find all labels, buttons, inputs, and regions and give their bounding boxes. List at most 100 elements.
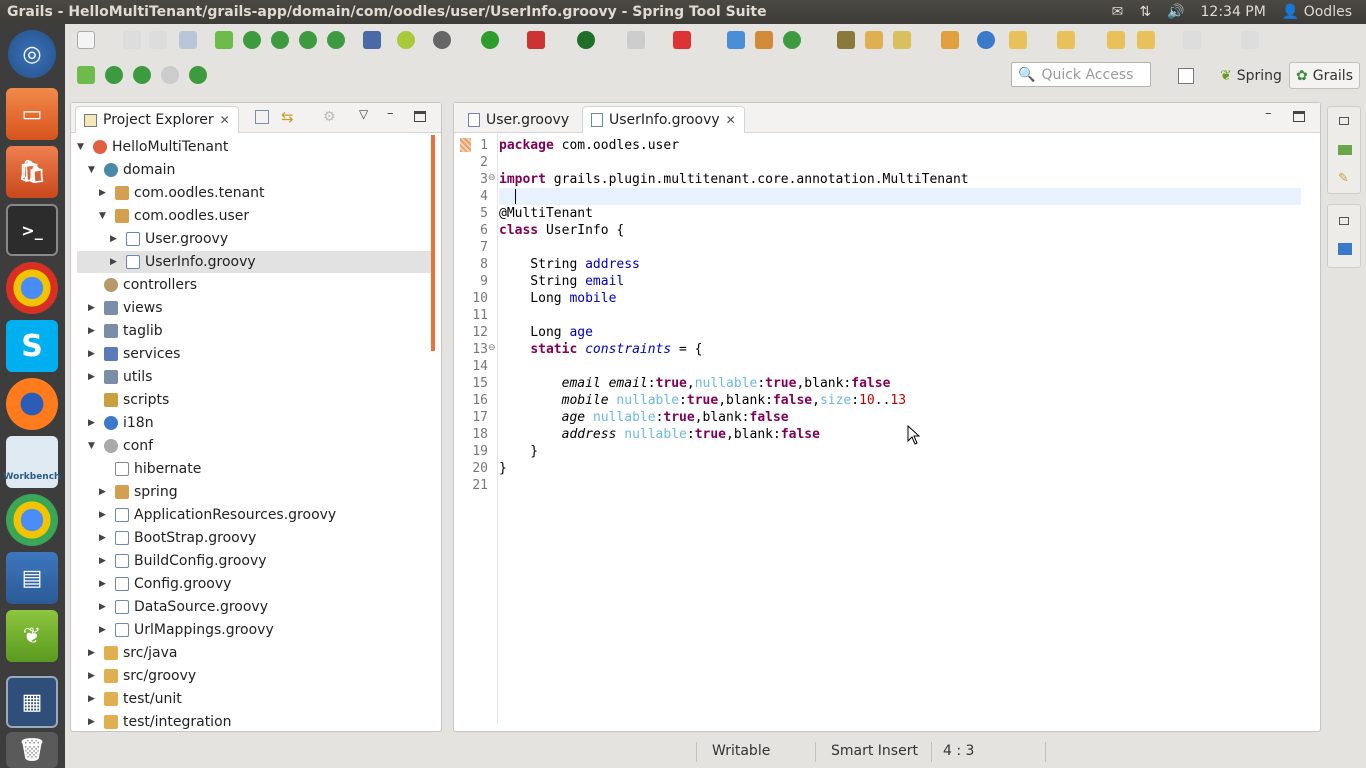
tree-item[interactable]: scripts — [104, 389, 169, 411]
code-line[interactable] — [499, 188, 1301, 205]
view-menu-icon[interactable]: ▽ — [359, 107, 368, 121]
terminal-icon[interactable]: >_ — [6, 204, 58, 256]
code-line[interactable] — [499, 239, 1301, 256]
software-center-icon[interactable]: 🛍 — [6, 146, 58, 198]
clock[interactable]: 12:34 PM — [1201, 4, 1266, 20]
next-annotation-icon[interactable] — [1009, 31, 1027, 49]
skype-icon[interactable]: S — [6, 320, 58, 372]
tree-item[interactable]: hibernate — [115, 458, 201, 480]
tree-item[interactable]: ▶ src/groovy — [88, 665, 196, 687]
new-package-icon[interactable] — [727, 31, 745, 49]
new-class-icon[interactable] — [755, 31, 773, 49]
minimize-icon[interactable]: – — [1265, 106, 1272, 121]
editor-tab[interactable]: User.groovy — [460, 106, 577, 133]
tree-item[interactable]: ▶ services — [88, 343, 180, 365]
servers-icon[interactable] — [1338, 145, 1352, 155]
explorer-scrollbar[interactable] — [431, 135, 435, 351]
chrome-icon[interactable] — [6, 494, 58, 546]
quick-access-input[interactable]: 🔍 Quick Access — [1011, 62, 1151, 87]
spring-perspective-button[interactable]: ❦ Spring — [1214, 62, 1288, 89]
code-line[interactable]: address nullable:true,blank:false — [499, 426, 1301, 443]
code-line[interactable]: Long age — [499, 324, 1301, 341]
last-edit-icon[interactable] — [1107, 31, 1125, 49]
workspace-switcher-icon[interactable]: ▦ — [6, 676, 58, 728]
mail-icon[interactable]: ✉ — [1112, 4, 1124, 20]
minimize-icon[interactable]: – — [387, 106, 394, 121]
code-line[interactable] — [499, 307, 1301, 324]
tree-item[interactable]: ▶ ApplicationResources.groovy — [99, 504, 336, 526]
restore-icon[interactable] — [1339, 217, 1349, 225]
maximize-icon[interactable] — [1293, 111, 1305, 122]
tree-item[interactable]: ▶ Config.groovy — [99, 573, 231, 595]
chrome-icon[interactable] — [6, 262, 58, 314]
code-line[interactable]: age nullable:true,blank:false — [499, 409, 1301, 426]
collapse-all-icon[interactable] — [255, 110, 269, 124]
grails-run-icon[interactable] — [215, 31, 233, 49]
code-area[interactable]: package com.oodles.user import grails.plu… — [499, 134, 1301, 724]
tree-item-selected[interactable]: ▶ UserInfo.groovy — [77, 251, 432, 273]
wand-icon[interactable] — [363, 31, 381, 49]
user-menu[interactable]: 👤 Oodles — [1282, 4, 1352, 20]
code-line[interactable]: String email — [499, 273, 1301, 290]
mysql-workbench-icon[interactable]: Workbench — [4, 436, 60, 488]
code-line[interactable]: String address — [499, 256, 1301, 273]
editor-tab-active[interactable]: UserInfo.groovy ✕ — [582, 106, 745, 133]
tree-item[interactable]: ▶ src/java — [88, 642, 178, 664]
restore-icon[interactable] — [1339, 117, 1349, 125]
tree-item[interactable]: ▶ User.groovy — [110, 228, 228, 250]
project-explorer-tab[interactable]: Project Explorer ✕ — [75, 106, 239, 133]
tree-item[interactable]: ▶ views — [88, 297, 163, 319]
code-line[interactable]: package com.oodles.user — [499, 137, 1301, 154]
link-editor-icon[interactable]: ⇆ — [281, 108, 294, 126]
tree-item[interactable]: ▼ domain — [88, 159, 175, 181]
tree-item[interactable]: ▼ com.oodles.user — [99, 205, 249, 227]
spring-leaf-icon[interactable] — [397, 31, 415, 49]
prev-annotation-icon[interactable] — [1057, 31, 1075, 49]
tree-item[interactable]: ▶ test/integration — [88, 711, 232, 731]
tree-item[interactable]: ▶ taglib — [88, 320, 163, 342]
tree-item[interactable]: ▶ spring — [99, 481, 178, 503]
code-line[interactable] — [499, 154, 1301, 171]
fold-icon[interactable]: ⊖ — [488, 173, 496, 183]
refresh-icon[interactable] — [327, 31, 345, 49]
coverage-icon[interactable] — [577, 31, 595, 49]
code-line[interactable]: class UserInfo { — [499, 222, 1301, 239]
files-icon[interactable]: ▭ — [6, 88, 58, 140]
forward-icon[interactable] — [1183, 31, 1201, 49]
grails-command-icon[interactable] — [77, 66, 95, 84]
spring-tool-suite-icon[interactable]: ❦ — [6, 610, 58, 662]
tree-item[interactable]: controllers — [104, 274, 197, 296]
debug-icon[interactable] — [433, 31, 451, 49]
tree-item[interactable]: ▶ UrlMappings.groovy — [99, 619, 274, 641]
stop-icon[interactable] — [627, 31, 645, 49]
refresh-icon[interactable] — [161, 66, 179, 84]
refresh-icon[interactable] — [243, 31, 261, 49]
globe-icon[interactable] — [977, 31, 995, 49]
save-all-icon[interactable] — [149, 31, 167, 49]
run-icon[interactable] — [481, 31, 499, 49]
print-icon[interactable] — [179, 31, 197, 49]
filter-icon[interactable]: ⚙ — [323, 109, 336, 125]
open-type-icon[interactable] — [837, 31, 855, 49]
refresh-icon[interactable] — [299, 31, 317, 49]
external-tools-icon[interactable] — [673, 31, 691, 49]
tree-item[interactable]: ▶ BootStrap.groovy — [99, 527, 256, 549]
pin-editor-icon[interactable] — [1241, 31, 1259, 49]
tasks-icon[interactable]: ✎ — [1338, 171, 1349, 186]
code-line[interactable] — [499, 477, 1301, 494]
code-line[interactable]: @MultiTenant — [499, 205, 1301, 222]
code-line[interactable]: } — [499, 443, 1301, 460]
search-tool-icon[interactable] — [893, 31, 911, 49]
tree-item[interactable]: ▶ utils — [88, 366, 152, 388]
volume-icon[interactable]: 🔊 — [1167, 4, 1184, 20]
network-icon[interactable]: ⇅ — [1139, 4, 1151, 20]
ubuntu-dash-icon[interactable]: ◎ — [8, 30, 56, 78]
trash-icon[interactable]: 🗑 — [6, 732, 58, 768]
maximize-icon[interactable] — [414, 111, 426, 122]
code-line[interactable]: } — [499, 460, 1301, 477]
open-resource-icon[interactable] — [865, 31, 883, 49]
close-icon[interactable]: ✕ — [220, 113, 230, 127]
new-icon[interactable] — [77, 31, 95, 49]
tree-item[interactable]: ▶ BuildConfig.groovy — [99, 550, 267, 572]
tree-item[interactable]: ▼ conf — [88, 435, 153, 457]
